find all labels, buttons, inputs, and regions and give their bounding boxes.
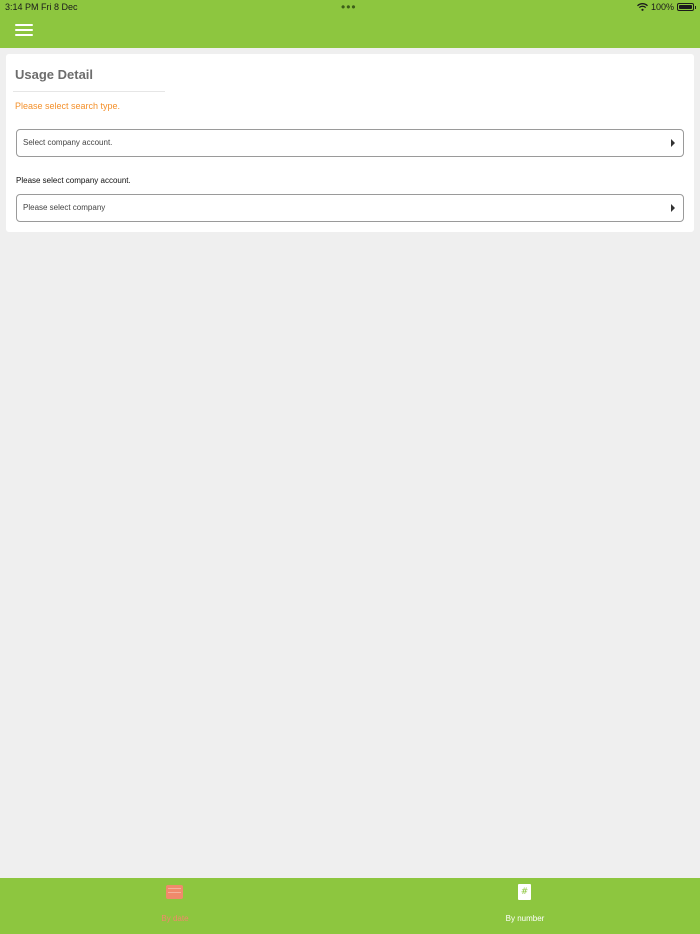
top-bar: 3:14 PM Fri 8 Dec ••• 100% xyxy=(0,0,700,48)
bottom-tab-bar: By date # By number xyxy=(0,878,700,934)
title-divider xyxy=(13,91,165,92)
company-account-select[interactable]: Select company account. xyxy=(16,129,684,157)
battery-percent: 100% xyxy=(650,2,674,12)
hash-icon: # xyxy=(518,884,531,900)
page-title: Usage Detail xyxy=(15,67,94,82)
battery-icon xyxy=(677,3,696,11)
usage-detail-card: Usage Detail Please select search type. … xyxy=(6,54,694,232)
multitasking-dots[interactable]: ••• xyxy=(341,0,357,14)
search-type-prompt: Please select search type. xyxy=(15,101,121,111)
company-account-label: Please select company account. xyxy=(16,176,131,185)
hamburger-menu-icon[interactable] xyxy=(15,24,33,37)
status-right: 100% xyxy=(637,2,696,12)
company-account-select-value: Select company account. xyxy=(23,138,113,147)
status-time-date: 3:14 PM Fri 8 Dec xyxy=(5,2,78,12)
tab-by-date[interactable]: By date xyxy=(0,878,350,934)
calendar-icon xyxy=(166,885,183,899)
caret-right-icon xyxy=(671,139,675,147)
wifi-icon xyxy=(637,3,648,11)
company-select-value: Please select company xyxy=(23,203,106,212)
tab-by-number-label: By number xyxy=(505,914,545,923)
caret-right-icon xyxy=(671,204,675,212)
tab-by-number[interactable]: # By number xyxy=(350,878,700,934)
tab-by-date-label: By date xyxy=(161,914,189,923)
company-select[interactable]: Please select company xyxy=(16,194,684,222)
